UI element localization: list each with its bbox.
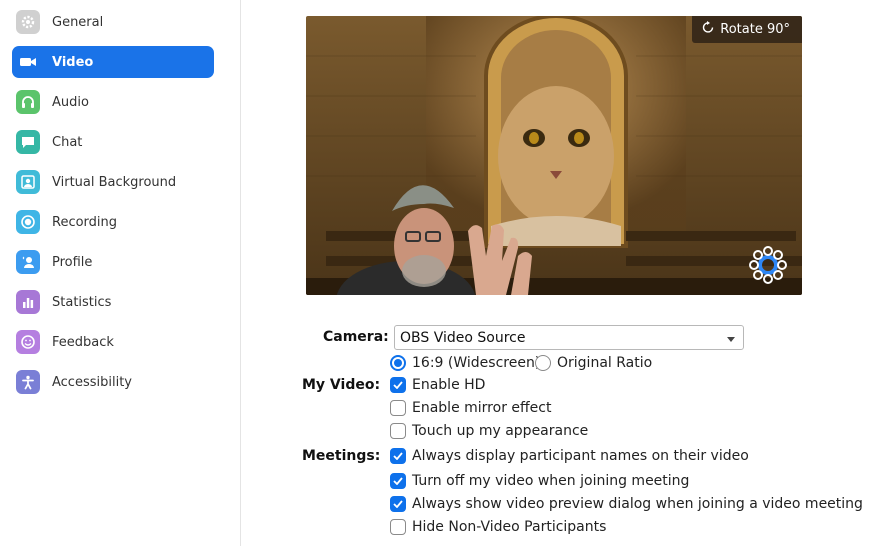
sidebar-item-label: Statistics xyxy=(52,294,112,310)
sidebar-item-label: Video xyxy=(52,54,94,70)
meetings-label: Meetings: xyxy=(302,448,381,464)
sidebar-item-label: Audio xyxy=(52,94,89,110)
display-participant-names-checkbox[interactable]: Always display participant names on thei… xyxy=(390,448,749,464)
sidebar-item-label: Recording xyxy=(52,214,118,230)
sidebar-item-label: Virtual Background xyxy=(52,174,177,190)
radio-selected-icon xyxy=(390,355,406,371)
ratio-original-radio[interactable]: Original Ratio xyxy=(535,355,652,371)
checkbox-label: Enable mirror effect xyxy=(412,400,552,416)
touch-up-appearance-checkbox[interactable]: Touch up my appearance xyxy=(390,423,588,439)
accessibility-icon xyxy=(16,370,40,394)
checkbox-label: Touch up my appearance xyxy=(412,423,589,439)
rotate-icon xyxy=(702,21,715,38)
rotate-label: Rotate 90° xyxy=(720,22,790,37)
sidebar-item-label: Profile xyxy=(52,254,93,270)
checkbox-label: Always display participant names on thei… xyxy=(412,448,749,464)
radio-label: 16:9 (Widescreen) xyxy=(412,355,541,371)
checkmark-icon xyxy=(390,377,406,393)
sidebar-item-audio[interactable]: Audio xyxy=(12,86,214,118)
dropdown-caret-icon xyxy=(727,337,735,342)
hide-non-video-participants-checkbox[interactable]: Hide Non-Video Participants xyxy=(390,519,606,535)
checkbox-label: Turn off my video when joining meeting xyxy=(412,473,690,489)
gear-icon xyxy=(16,10,40,34)
sidebar-item-profile[interactable]: Profile xyxy=(12,246,214,278)
rotate-90-button[interactable]: Rotate 90° xyxy=(692,16,802,43)
sidebar-item-label: Chat xyxy=(52,134,83,150)
turn-off-video-checkbox[interactable]: Turn off my video when joining meeting xyxy=(390,473,689,489)
checkmark-icon xyxy=(390,448,406,464)
sidebar-item-label: Feedback xyxy=(52,334,114,350)
ratio-widescreen-radio[interactable]: 16:9 (Widescreen) xyxy=(390,355,540,371)
sidebar-item-chat[interactable]: Chat xyxy=(12,126,214,158)
sidebar-item-recording[interactable]: Recording xyxy=(12,206,214,238)
video-preview-dialog-checkbox[interactable]: Always show video preview dialog when jo… xyxy=(390,496,863,512)
camera-selected-value: OBS Video Source xyxy=(400,329,526,346)
sidebar-item-statistics[interactable]: Statistics xyxy=(12,286,214,318)
checkmark-icon xyxy=(390,473,406,489)
record-icon xyxy=(16,210,40,234)
my-video-label: My Video: xyxy=(302,377,381,393)
profile-icon xyxy=(16,250,40,274)
checkbox-label: Enable HD xyxy=(412,377,486,393)
sidebar-item-video[interactable]: Video xyxy=(12,46,214,78)
sidebar-item-virtual-background[interactable]: Virtual Background xyxy=(12,166,214,198)
person-portrait-icon xyxy=(16,170,40,194)
camera-select[interactable]: OBS Video Source xyxy=(394,325,744,350)
headphones-icon xyxy=(16,90,40,114)
sidebar-item-feedback[interactable]: Feedback xyxy=(12,326,214,358)
radio-unselected-icon xyxy=(535,355,551,371)
checkbox-empty-icon xyxy=(390,423,406,439)
settings-sidebar: General Video Audio Chat Virtual Backgro… xyxy=(0,0,241,546)
checkmark-icon xyxy=(390,496,406,512)
checkbox-label: Always show video preview dialog when jo… xyxy=(412,496,863,512)
smiley-icon xyxy=(16,330,40,354)
chat-bubble-icon xyxy=(16,130,40,154)
video-preview: Rotate 90° xyxy=(306,16,802,295)
video-camera-icon xyxy=(16,50,40,74)
sidebar-item-general[interactable]: General xyxy=(12,6,214,38)
checkbox-empty-icon xyxy=(390,400,406,416)
mirror-effect-checkbox[interactable]: Enable mirror effect xyxy=(390,400,551,416)
camera-feed-image xyxy=(306,16,802,295)
sidebar-item-label: Accessibility xyxy=(52,374,132,390)
bar-chart-icon xyxy=(16,290,40,314)
checkbox-empty-icon xyxy=(390,519,406,535)
enable-hd-checkbox[interactable]: Enable HD xyxy=(390,377,485,393)
sidebar-item-label: General xyxy=(52,14,104,30)
checkbox-label: Hide Non-Video Participants xyxy=(412,519,607,535)
radio-label: Original Ratio xyxy=(557,355,653,371)
camera-label: Camera: xyxy=(323,329,389,345)
sidebar-item-accessibility[interactable]: Accessibility xyxy=(12,366,214,398)
